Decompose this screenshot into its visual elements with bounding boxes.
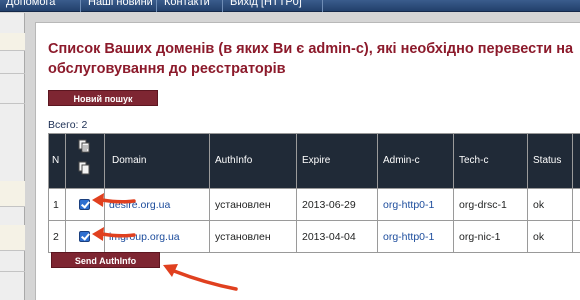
page-title: Список Ваших доменів (в яких Ви є admin-… — [48, 41, 574, 77]
expire-value: 2013-06-29 — [302, 199, 356, 211]
nav-news[interactable]: Наші новини — [88, 0, 153, 8]
total-value: 2 — [81, 119, 88, 131]
sidebar-divider — [0, 271, 25, 272]
total-label: Всего: — [48, 119, 79, 131]
sidebar-item[interactable] — [0, 33, 25, 51]
sidebar-item[interactable] — [0, 181, 25, 207]
column-header-expire: Expire — [302, 155, 331, 166]
admin-c-link[interactable]: org-http0-1 — [383, 199, 434, 211]
new-search-button[interactable]: Новий пошук — [48, 90, 158, 106]
admin-c-link[interactable]: org-http0-1 — [383, 231, 434, 243]
column-header-n: N — [52, 155, 60, 166]
domain-checkbox[interactable] — [79, 231, 90, 242]
column-header-status: Status — [533, 155, 562, 166]
authinfo-value: установлен — [215, 231, 271, 243]
row-divider — [49, 220, 580, 221]
nav-logout[interactable]: Вихід [HTTP0] — [230, 0, 302, 8]
total-count: Всего: 2 — [48, 119, 87, 131]
send-authinfo-button[interactable]: Send AuthInfo — [51, 252, 160, 268]
nav-separator — [222, 0, 223, 12]
column-divider — [209, 134, 210, 252]
tech-c-value: org-nic-1 — [459, 231, 501, 243]
nav-help[interactable]: Допомога — [6, 0, 55, 8]
nav-separator — [156, 0, 157, 12]
sidebar-item[interactable] — [0, 225, 25, 251]
row-divider — [49, 188, 580, 189]
copy-icon[interactable] — [78, 139, 90, 153]
sidebar-divider — [0, 73, 25, 74]
top-nav-bar: Допомога Наші новини Контакти Вихід [HTT… — [0, 0, 580, 12]
column-divider — [65, 134, 66, 252]
expire-value: 2013-04-04 — [302, 231, 356, 243]
nav-separator — [80, 0, 81, 12]
column-divider — [377, 134, 378, 252]
copy-icon[interactable] — [78, 161, 90, 175]
nav-contacts[interactable]: Контакти — [164, 0, 210, 8]
row-number: 1 — [53, 199, 59, 211]
column-divider — [296, 134, 297, 252]
status-value: ok — [533, 199, 545, 211]
sidebar-divider — [0, 103, 25, 104]
sidebar — [0, 13, 25, 300]
column-header-authinfo: AuthInfo — [215, 155, 253, 166]
arrow-annotation — [92, 193, 136, 207]
domain-checkbox[interactable] — [79, 199, 90, 210]
column-divider — [572, 134, 573, 252]
column-divider — [453, 134, 454, 252]
row-number: 2 — [53, 231, 59, 243]
column-header-domain: Domain — [112, 155, 147, 166]
column-header-admin-c: Admin-c — [383, 155, 420, 166]
authinfo-value: установлен — [215, 199, 271, 211]
content-panel: Список Ваших доменів (в яких Ви є admin-… — [35, 22, 580, 300]
status-value: ok — [533, 231, 545, 243]
column-header-tech-c: Tech-c — [459, 155, 489, 166]
column-divider — [527, 134, 528, 252]
arrow-annotation — [92, 227, 136, 241]
arrow-annotation — [163, 264, 238, 291]
nav-separator — [322, 0, 323, 12]
tech-c-value: org-drsc-1 — [459, 199, 507, 211]
